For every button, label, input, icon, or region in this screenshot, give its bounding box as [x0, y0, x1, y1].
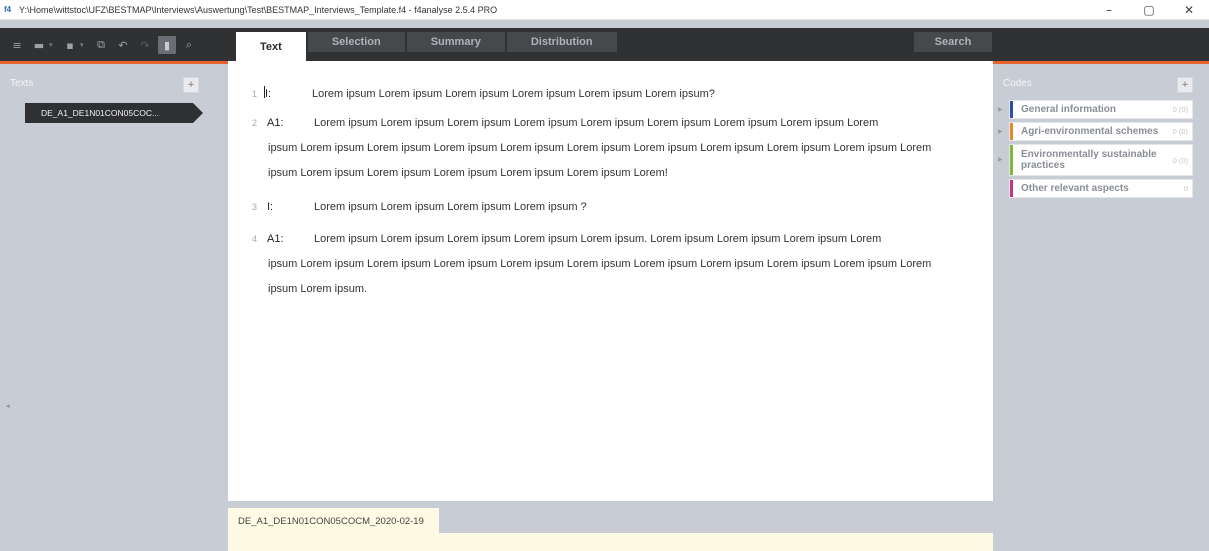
toolbar-tools: ≡ ▬ ▾ ▪ ▾ ⧉ ↶ ↷ ▮ ⌕	[8, 34, 198, 56]
paragraph-text: Lorem ipsum Lorem ipsum Lorem ipsum Lore…	[314, 117, 879, 129]
tab-text[interactable]: Text	[236, 32, 306, 61]
paragraph-number: 3	[252, 202, 258, 212]
chevron-down-icon[interactable]: ▾	[49, 41, 57, 49]
tab-summary[interactable]: Summary	[406, 32, 505, 52]
speaker-label: I:	[267, 201, 274, 213]
document-tab[interactable]: DE_A1_DE1N01CON05COCM_2020-02-19	[228, 508, 439, 534]
texts-panel: Texts + DE_A1_DE1N01CON05COC... ◂	[0, 64, 228, 551]
menu-icon[interactable]: ≡	[8, 36, 26, 54]
collapse-panel-icon[interactable]: ◂	[6, 402, 10, 410]
minimize-button[interactable]: –	[1089, 0, 1129, 20]
app-icon: f4	[4, 4, 12, 14]
tab-distribution[interactable]: Distribution	[506, 32, 617, 52]
title-bar: f4 Y:\Home\wittstoc\UFZ\BESTMAP\Intervie…	[0, 0, 1209, 20]
folder-icon[interactable]: ▬	[30, 36, 48, 54]
paragraph-number: 2	[252, 118, 258, 128]
code-count: 0 (0)	[1172, 127, 1188, 136]
add-text-button[interactable]: +	[183, 77, 199, 93]
code-item-other-relevant-aspects[interactable]: Other relevant aspects 0	[1009, 179, 1193, 198]
speaker-label: I:	[265, 88, 272, 100]
code-label: Environmentally sustainable practices	[1021, 149, 1157, 171]
main-tabs: Text Selection Summary Distribution	[236, 32, 619, 61]
redo-icon[interactable]: ↷	[136, 36, 154, 54]
tab-selection[interactable]: Selection	[307, 32, 405, 52]
window-title: Y:\Home\wittstoc\UFZ\BESTMAP\Interviews\…	[19, 4, 498, 15]
code-label: Agri-environmental schemes	[1021, 126, 1159, 137]
chevron-right-icon[interactable]: ▶	[998, 106, 1003, 113]
paragraph-text-continuation: ipsum Lorem ipsum Lorem ipsum Lorem ipsu…	[268, 258, 932, 295]
text-list-item[interactable]: DE_A1_DE1N01CON05COC...	[25, 103, 203, 123]
code-item-agri-environmental-schemes[interactable]: Agri-environmental schemes 0 (0)	[1009, 122, 1193, 141]
transcript-paragraph[interactable]: 3 I: Lorem ipsum Lorem ipsum Lorem ipsum L…	[252, 195, 952, 220]
bookmark-icon[interactable]: ▮	[158, 36, 176, 54]
document-tab-bar: DE_A1_DE1N01CON05COCM_2020-02-19	[228, 501, 993, 551]
chevron-right-icon[interactable]: ▶	[998, 156, 1003, 163]
speaker-label: A1:	[267, 117, 284, 129]
code-label: Other relevant aspects	[1021, 183, 1129, 194]
code-count: 0 (0)	[1172, 155, 1188, 165]
code-count: 0	[1183, 184, 1188, 193]
undo-icon[interactable]: ↶	[114, 36, 132, 54]
chevron-down-icon[interactable]: ▾	[80, 41, 88, 49]
transcript-paragraph[interactable]: 1 I: Lorem ipsum Lorem ipsum Lorem ipsum L…	[252, 82, 952, 107]
window-controls: – ▢ ✕	[1089, 0, 1209, 20]
paragraph-text-continuation: ipsum Lorem ipsum Lorem ipsum Lorem ipsu…	[268, 142, 932, 179]
texts-panel-label: Texts	[10, 78, 34, 89]
transcript-area[interactable]: 1 I: Lorem ipsum Lorem ipsum Lorem ipsum L…	[228, 61, 993, 501]
code-item-general-information[interactable]: General information 0 (0)	[1009, 100, 1193, 119]
save-icon[interactable]: ▪	[61, 36, 79, 54]
codes-panel: Codes + ▶ General information 0 (0) ▶ Ag…	[993, 64, 1209, 551]
export-icon[interactable]: ⧉	[92, 36, 110, 54]
tab-search[interactable]: Search	[914, 32, 992, 52]
paragraph-text: Lorem ipsum Lorem ipsum Lorem ipsum Lore…	[312, 88, 715, 100]
document-tab-strip	[228, 533, 993, 551]
paragraph-number: 4	[252, 234, 258, 244]
add-code-button[interactable]: +	[1177, 77, 1193, 93]
speaker-label: A1:	[267, 233, 284, 245]
code-item-environmentally-sustainable-practices[interactable]: Environmentally sustainable practices 0 …	[1009, 144, 1193, 176]
code-label: General information	[1021, 104, 1117, 115]
chevron-right-icon[interactable]: ▶	[998, 128, 1003, 135]
code-count: 0 (0)	[1172, 105, 1188, 114]
transcript-paragraph[interactable]: 4 A1: Lorem ipsum Lorem ipsum Lorem ipsum …	[252, 227, 952, 302]
close-button[interactable]: ✕	[1169, 0, 1209, 20]
codes-panel-label: Codes	[1003, 78, 1032, 89]
transcript-paragraph[interactable]: 2 A1: Lorem ipsum Lorem ipsum Lorem ipsum …	[252, 111, 952, 186]
paragraph-text: Lorem ipsum Lorem ipsum Lorem ipsum Lore…	[314, 233, 882, 245]
maximize-button[interactable]: ▢	[1129, 0, 1169, 20]
paragraph-text: Lorem ipsum Lorem ipsum Lorem ipsum Lore…	[314, 201, 587, 213]
search-icon[interactable]: ⌕	[180, 36, 198, 54]
